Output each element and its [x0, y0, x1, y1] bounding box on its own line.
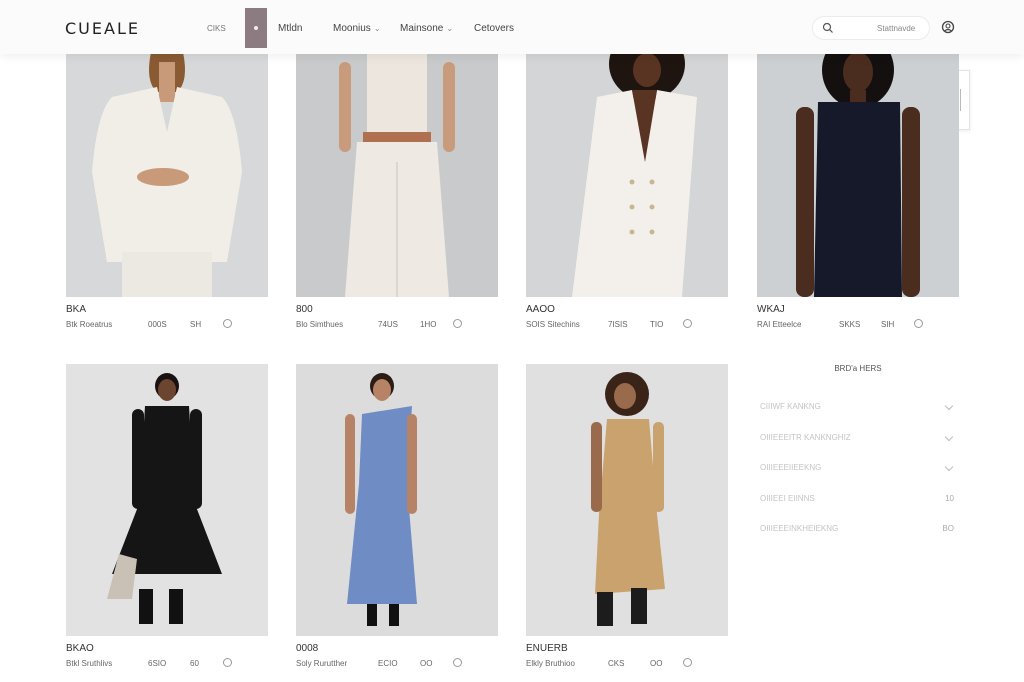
- product-size: SH: [190, 320, 202, 329]
- product-card[interactable]: BKA Btk Roeatrus 000S SH: [66, 52, 268, 337]
- favorite-icon[interactable]: [223, 658, 232, 667]
- nav-item-4[interactable]: Cetovers: [474, 23, 514, 34]
- user-icon[interactable]: [941, 20, 955, 34]
- product-image[interactable]: [757, 52, 959, 297]
- filter-item[interactable]: OIIIEEI EIINNS 10: [760, 494, 956, 506]
- marker-dot: [254, 26, 258, 30]
- chevron-down-icon: ⌄: [446, 24, 454, 33]
- nav-item-1-label: Mtldn: [278, 23, 303, 34]
- product-name[interactable]: SOIS Sitechins: [526, 320, 580, 329]
- product-size: 60: [190, 659, 199, 668]
- product-figure: [296, 52, 498, 297]
- product-name[interactable]: Elkly Bruthioo: [526, 659, 575, 668]
- filter-label: CIIIWF KANKNG: [760, 402, 821, 411]
- product-figure: [66, 52, 268, 297]
- search-placeholder: Stattnavde: [877, 24, 916, 33]
- product-image[interactable]: [296, 52, 498, 297]
- product-size: OO: [650, 659, 663, 668]
- search-input[interactable]: Stattnavde: [812, 16, 930, 40]
- product-code: 74US: [378, 320, 399, 329]
- nav-active-marker[interactable]: [245, 8, 267, 48]
- product-card[interactable]: AAOO SOIS Sitechins 7ISIS TIO: [526, 52, 728, 337]
- filter-label: OIIIEEEINKHEIEKNG: [760, 524, 839, 533]
- chevron-down-icon: [944, 432, 954, 441]
- nav-item-small[interactable]: CIKS: [207, 24, 226, 33]
- product-price: 800: [296, 304, 313, 315]
- product-card[interactable]: 0008 Soly Rurutther ECIO OO: [296, 364, 498, 676]
- product-name[interactable]: RAI Etteelce: [757, 320, 801, 329]
- chevron-down-icon: ⌄: [373, 24, 381, 33]
- product-code: SKKS: [839, 320, 861, 329]
- product-image[interactable]: [296, 364, 498, 636]
- product-price: BKAO: [66, 643, 94, 654]
- product-card[interactable]: BKAO Btkl Sruthlivs 6SIO 60: [66, 364, 268, 676]
- product-figure: [66, 364, 268, 636]
- product-name[interactable]: Btkl Sruthlivs: [66, 659, 112, 668]
- nav-item-4-label: Cetovers: [474, 23, 515, 34]
- product-size: TIO: [650, 320, 664, 329]
- nav-item-2[interactable]: Moonius ⌄: [333, 23, 381, 34]
- chevron-down-icon: [944, 401, 954, 411]
- product-size: 1HO: [420, 320, 437, 329]
- favorite-icon[interactable]: [223, 319, 232, 328]
- product-price: BKA: [66, 304, 87, 315]
- filter-panel-title: BRD'a HERS: [834, 364, 882, 373]
- product-image[interactable]: [526, 52, 728, 297]
- top-header: CUEALE CIKS Mtldn Moonius ⌄ Mainsone ⌄ Cet…: [0, 0, 1024, 54]
- nav-item-3-label: Mainsone: [400, 23, 444, 34]
- favorite-icon[interactable]: [683, 319, 692, 328]
- filter-count: 10: [945, 493, 954, 503]
- chevron-down-icon: [944, 462, 954, 472]
- product-figure: [526, 52, 728, 297]
- product-price: AAOO: [526, 304, 555, 315]
- nav-item-2-label: Moonius: [333, 23, 371, 34]
- product-price: 0008: [296, 643, 319, 654]
- favorite-icon[interactable]: [683, 658, 692, 667]
- filter-label: OIIIEEEIIEEKNG: [760, 463, 822, 472]
- filter-item[interactable]: CIIIWF KANKNG: [760, 401, 956, 414]
- product-size: SIH: [881, 320, 895, 329]
- favorite-icon[interactable]: [453, 658, 462, 667]
- filter-label: OIIIEEEITR KANKNGHIZ: [760, 432, 851, 442]
- product-figure: [757, 52, 959, 297]
- product-name[interactable]: Btk Roeatrus: [66, 320, 112, 329]
- product-code: CKS: [608, 659, 625, 668]
- product-image[interactable]: [526, 364, 728, 636]
- product-name[interactable]: Soly Rurutther: [296, 659, 347, 668]
- product-figure: [526, 364, 728, 636]
- product-card[interactable]: 800 Blo Simthues 74US 1HO: [296, 52, 498, 337]
- product-price: ENUERB: [526, 643, 568, 654]
- filter-item[interactable]: OIIIEEEIIEEKNG: [760, 462, 956, 475]
- product-code: 000S: [148, 320, 167, 329]
- product-image[interactable]: [66, 52, 268, 297]
- product-code: 7ISIS: [608, 320, 628, 329]
- product-code: ECIO: [378, 659, 398, 668]
- product-size: OO: [420, 659, 433, 668]
- filter-item[interactable]: OIIIEEEITR KANKNGHIZ: [760, 432, 956, 445]
- search-icon: [822, 22, 833, 33]
- product-card[interactable]: WKAJ RAI Etteelce SKKS SIH: [757, 52, 959, 337]
- product-image[interactable]: [66, 364, 268, 636]
- filter-label: OIIIEEI EIINNS: [760, 493, 815, 503]
- nav-item-3[interactable]: Mainsone ⌄: [400, 23, 453, 34]
- product-figure: [296, 364, 498, 636]
- favorite-icon[interactable]: [914, 319, 923, 328]
- product-name[interactable]: Blo Simthues: [296, 320, 343, 329]
- product-code: 6SIO: [148, 659, 167, 668]
- product-card[interactable]: ENUERB Elkly Bruthioo CKS OO: [526, 364, 728, 676]
- brand-logo[interactable]: CUEALE: [65, 19, 140, 38]
- product-price: WKAJ: [757, 304, 785, 315]
- favorite-icon[interactable]: [453, 319, 462, 328]
- filter-item[interactable]: OIIIEEEINKHEIEKNG BO: [760, 524, 956, 536]
- nav-item-1[interactable]: Mtldn: [278, 23, 302, 34]
- filter-count: BO: [942, 524, 954, 533]
